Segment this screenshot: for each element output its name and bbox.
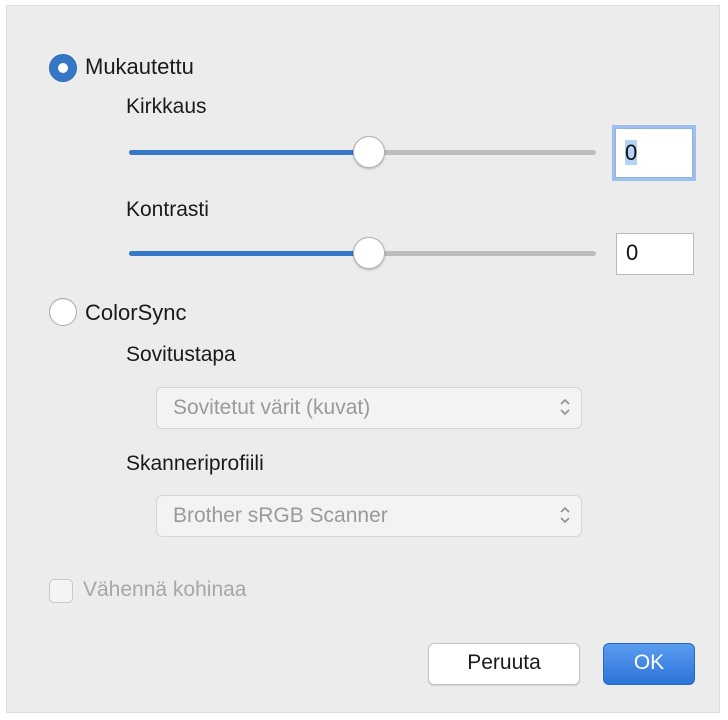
updown-chevron-icon: [560, 398, 570, 416]
noise-reduction-label: Vähennä kohinaa: [83, 578, 247, 601]
contrast-value: 0: [626, 240, 639, 265]
profile-popup-value: Brother sRGB Scanner: [173, 504, 388, 527]
contrast-label: Kontrasti: [126, 198, 209, 221]
profile-label: Skanneriprofiili: [126, 452, 264, 475]
brightness-label: Kirkkaus: [126, 95, 207, 118]
matching-popup[interactable]: Sovitetut värit (kuvat): [156, 387, 582, 429]
updown-chevron-icon: [560, 506, 570, 524]
brightness-slider-fill: [129, 150, 369, 155]
scan-settings-panel: Mukautettu Kirkkaus 0 Kontrasti 0 ColorS…: [6, 5, 720, 713]
radio-dot-icon: [58, 63, 68, 73]
contrast-field[interactable]: 0: [616, 233, 694, 275]
ok-button[interactable]: OK: [603, 643, 695, 685]
custom-radio[interactable]: [49, 54, 77, 82]
colorsync-radio-label[interactable]: ColorSync: [85, 300, 186, 326]
contrast-slider-thumb[interactable]: [353, 237, 385, 269]
colorsync-radio[interactable]: [49, 298, 77, 326]
contrast-slider-fill: [129, 251, 369, 256]
brightness-value: 0: [625, 140, 638, 165]
noise-reduction-checkbox[interactable]: [49, 579, 73, 603]
brightness-slider-thumb[interactable]: [353, 136, 385, 168]
matching-label: Sovitustapa: [126, 343, 236, 366]
cancel-button[interactable]: Peruuta: [428, 643, 580, 685]
custom-radio-label[interactable]: Mukautettu: [85, 54, 194, 80]
matching-popup-value: Sovitetut värit (kuvat): [173, 396, 371, 419]
brightness-field[interactable]: 0: [615, 128, 693, 178]
profile-popup[interactable]: Brother sRGB Scanner: [156, 495, 582, 537]
